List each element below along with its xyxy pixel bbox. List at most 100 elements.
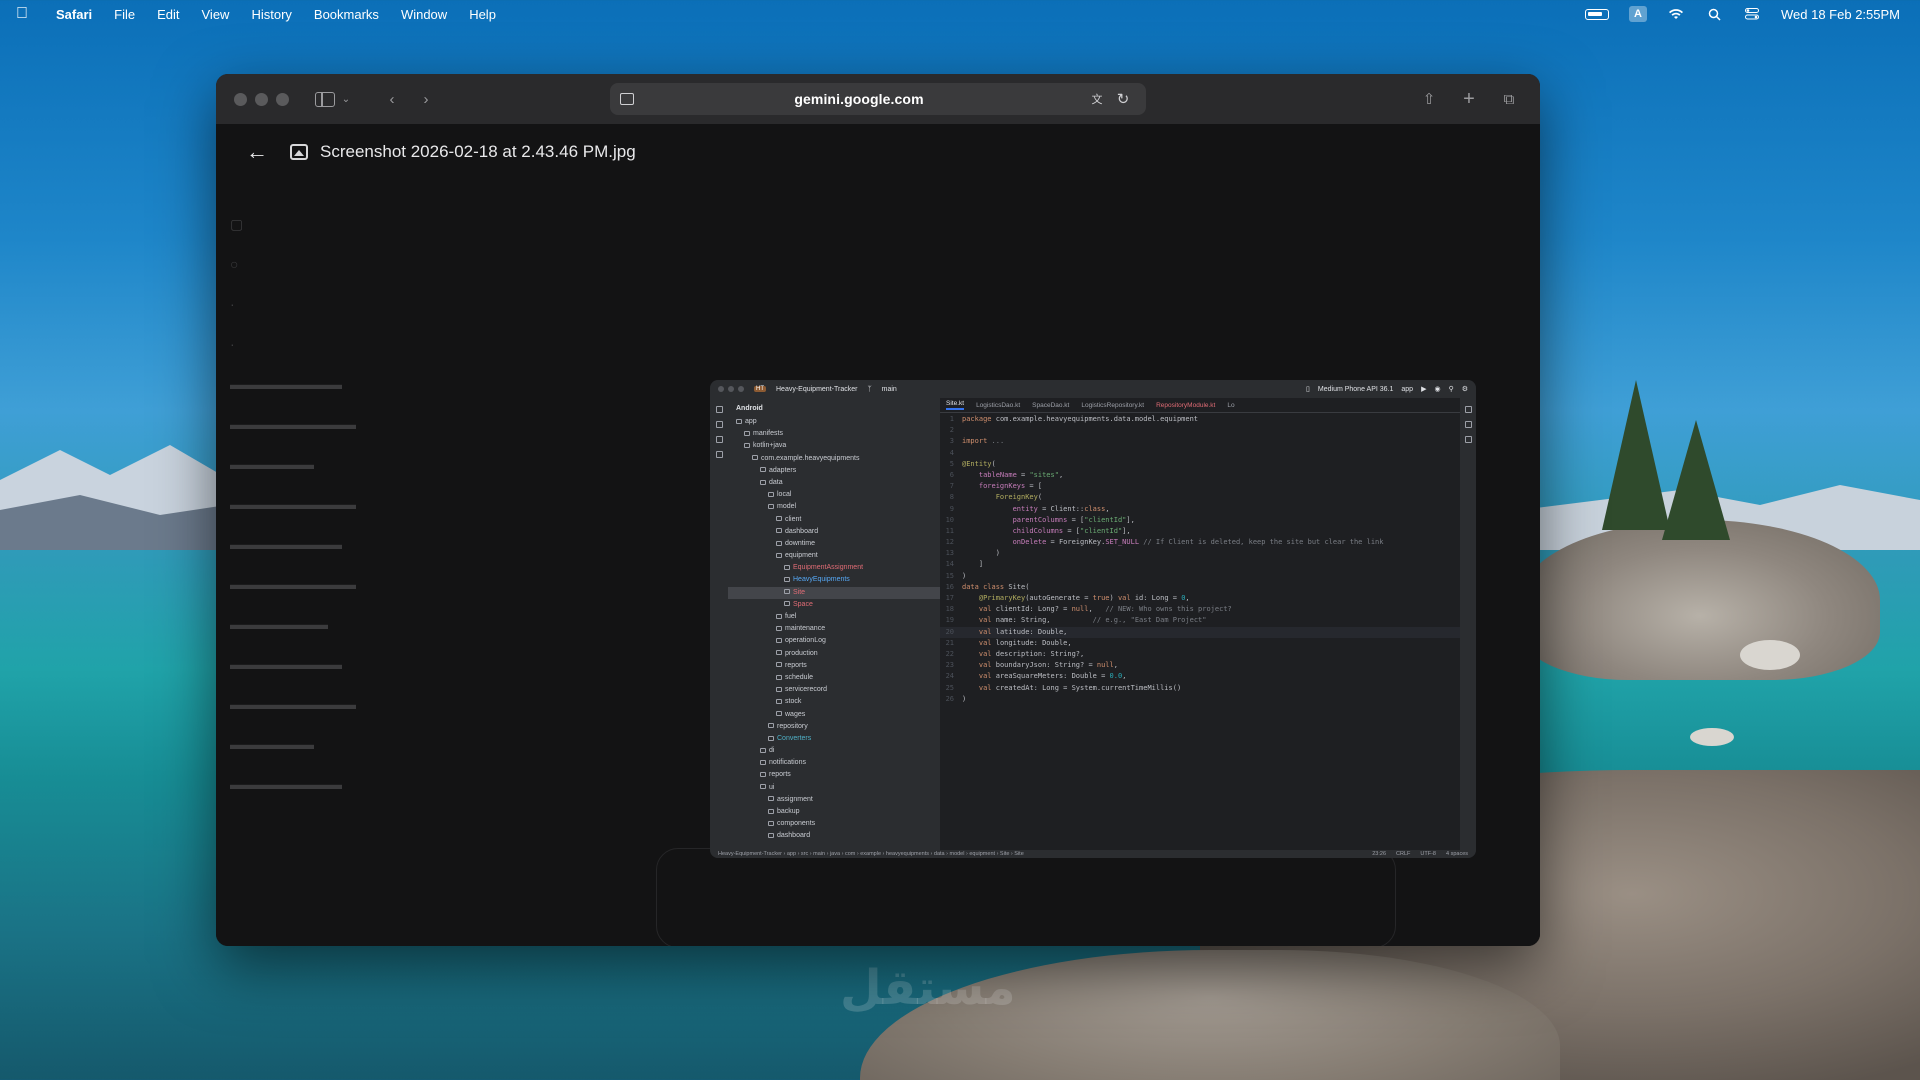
ide-line-number: 16 [945,582,954,591]
input-source-icon[interactable]: A [1629,6,1647,22]
ide-right-toolbar [1460,398,1476,850]
folder-icon [760,747,766,753]
ide-code-line: 19 val name: String, // e.g., "East Dam … [940,615,1460,626]
address-bar[interactable]: gemini.google.com 文 ↻ [610,83,1146,115]
ide-tree-item: Site [728,586,940,599]
ide-line-number: 4 [949,448,954,457]
close-window-button[interactable] [234,92,247,106]
ide-editor-tabs: Site.kt LogisticsDao.kt SpaceDao.kt Logisti… [940,398,1460,413]
menu-help[interactable]: Help [469,7,496,22]
ide-tree-item: dashboard [728,526,940,538]
dimmed-sidebar-item: ▬▬▬▬▬▬▬▬▬ [230,696,356,712]
ide-tree-item: maintenance [728,623,940,635]
back-button[interactable]: ‹ [379,86,405,112]
folder-icon [768,735,774,741]
ide-code-line: 18 val clientId: Long? = null, // NEW: W… [940,604,1460,615]
folder-icon [776,625,782,631]
ide-code-line: 26) [940,694,1460,705]
menu-clock[interactable]: Wed 18 Feb 2:55PM [1781,7,1900,22]
ide-code-text: val areaSquareMeters: Double = 0.0, [978,672,1127,681]
ide-code-text: val createdAt: Long = System.currentTime… [978,683,1182,692]
spotlight-search-icon[interactable] [1705,7,1723,21]
ide-tree-label: dashboard [785,527,819,535]
ide-tree-item: fuel [728,611,940,623]
share-icon[interactable]: ⇧ [1416,86,1442,112]
dimmed-sidebar-item: ▬▬▬▬▬▬ [230,736,314,752]
ide-tree-item: data [728,477,940,489]
menu-history[interactable]: History [251,7,291,22]
ide-code-text: entity = Client::class, [1012,504,1110,513]
ide-code-text: val description: String?, [978,649,1085,658]
image-file-icon [290,144,308,160]
ide-debug-icon: ◉ [1434,386,1441,393]
ide-device-icon: ▯ [1306,386,1310,393]
menu-bookmarks[interactable]: Bookmarks [314,7,379,22]
folder-icon [760,784,766,790]
ide-code-text: data class Site( [962,582,1030,591]
ide-line-number: 12 [945,538,954,547]
ide-tree-label: data [769,478,783,486]
ide-code-text: tableName = "sites", [978,470,1064,479]
ide-code-line: 13 ) [940,548,1460,559]
menu-file[interactable]: File [114,7,135,22]
ide-tree-item: reports [728,660,940,672]
wifi-icon[interactable] [1667,7,1685,21]
minimize-window-button[interactable] [255,92,268,106]
control-center-icon[interactable] [1743,7,1761,21]
ide-tree-item: adapters [728,465,940,477]
folder-icon [768,820,774,826]
ide-title-bar: HT Heavy-Equipment-Tracker ᛉ main ▯ Medi… [710,380,1476,398]
ide-tree-label: backup [777,808,800,815]
ide-tree-item: app [728,416,940,428]
apple-icon[interactable]:  [16,5,38,23]
menu-view[interactable]: View [202,7,230,22]
folder-icon [776,540,782,546]
ide-project-name: Heavy-Equipment-Tracker [776,385,858,393]
page-menu-icon[interactable] [620,93,634,105]
zoom-window-button[interactable] [276,92,289,106]
dimmed-sidebar-item: ▬▬▬▬▬▬▬▬▬ [230,416,356,432]
ide-tree-item: operationLog [728,635,940,647]
ide-tree-item: repository [728,721,940,733]
rocky-island [1520,520,1880,680]
ide-code-line: 14 ] [940,559,1460,570]
ide-code-line: 1 package com.example.heavyequipments.dat… [940,414,1460,425]
menu-app-safari[interactable]: Safari [56,7,92,22]
battery-icon[interactable] [1585,8,1609,20]
ide-status-pos: 23:26 [1372,851,1387,857]
ide-tree-item: wages [728,709,940,721]
ide-commit-icon [715,421,723,428]
back-arrow-icon[interactable]: ← [246,139,272,165]
ide-code-text: @Entity( [962,459,996,468]
menu-window[interactable]: Window [401,7,447,22]
ide-code-line: 6 tableName = "sites", [940,470,1460,481]
forward-button[interactable]: › [413,86,439,112]
folder-icon [744,430,750,436]
url-text[interactable]: gemini.google.com [634,91,1084,107]
ide-status-bar: Heavy-Equipment-Tracker › app › src › ma… [710,850,1476,858]
ide-code-line: 21 val longitude: Double, [940,638,1460,649]
ide-tree-item: ui [728,782,940,794]
image-viewer-header: ← Screenshot 2026-02-18 at 2.43.46 PM.jp… [216,124,1540,180]
reload-icon[interactable]: ↻ [1110,86,1136,112]
ide-code-text: onDelete = ForeignKey.SET_NULL // If Cli… [1012,538,1384,547]
tab-overview-icon[interactable]: ⧉ [1496,86,1522,112]
ide-tree-item: notifications [728,757,940,769]
dimmed-sidebar-item: · [230,336,235,352]
folder-icon [744,443,750,449]
new-tab-icon[interactable]: + [1456,86,1482,112]
translate-icon[interactable]: 文 [1084,86,1110,112]
folder-icon [776,698,782,704]
menu-edit[interactable]: Edit [157,7,179,22]
ide-code-text: package com.example.heavyequipments.data… [962,415,1199,423]
ide-tree-label: schedule [785,673,814,681]
ide-screenshot-image: HT Heavy-Equipment-Tracker ᛉ main ▯ Medi… [710,380,1476,858]
ide-tree-label: local [777,491,792,499]
ide-project-badge: HT [754,386,766,392]
image-filename: Screenshot 2026-02-18 at 2.43.46 PM.jpg [320,142,636,161]
sidebar-toggle-button[interactable]: ⌄ [315,86,353,112]
ide-tree-label: repository [777,722,808,730]
ide-tree-label: notifications [769,759,806,767]
folder-icon [784,601,790,607]
ide-tree-item: Converters [728,733,940,745]
